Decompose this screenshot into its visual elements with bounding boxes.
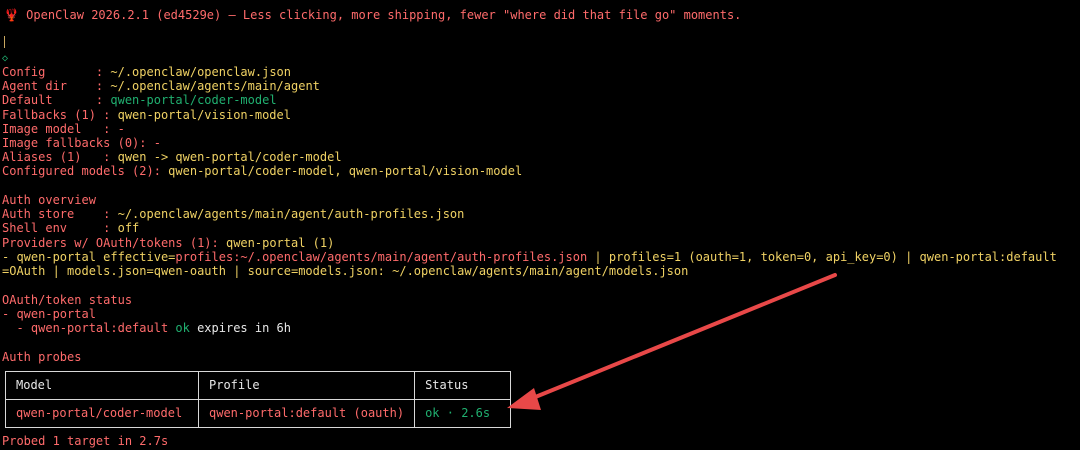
- auth-overview-title: Auth overview: [2, 193, 96, 207]
- table-row: qwen-portal/coder-model qwen-portal:defa…: [5, 399, 512, 428]
- shell-env-line: Shell env : off: [2, 221, 140, 236]
- column-header-profile: Profile: [197, 371, 416, 400]
- oauth-status-section: OAuth/token status - qwen-portal - qwen-…: [2, 293, 1078, 336]
- auth-probes-title: Auth probes: [2, 350, 82, 364]
- image-model-line: Image model : -: [2, 121, 125, 136]
- default-model-line: Default : qwen-portal/coder-model: [2, 93, 277, 108]
- version-banner: 🦞 OpenClaw 2026.2.1 (ed4529e) — Less cli…: [4, 8, 741, 22]
- auth-overview-section: Auth overview Auth store : ~/.openclaw/a…: [2, 193, 1078, 278]
- banner-text: OpenClaw 2026.2.1 (ed4529e) — Less click…: [26, 8, 742, 22]
- image-fallbacks-line: Image fallbacks (0): -: [2, 135, 161, 150]
- auth-probes-section: Auth probes: [2, 350, 1078, 364]
- oauth-provider-line: - qwen-portal: [2, 307, 96, 322]
- oauth-profile-line: - qwen-portal:default ok expires in 6h: [2, 321, 291, 336]
- oauth-status-title: OAuth/token status: [2, 293, 133, 307]
- probe-footer: Probed 1 target in 2.7s: [2, 434, 169, 448]
- aliases-line: Aliases (1) : qwen -> qwen-portal/coder-…: [2, 150, 342, 165]
- column-header-status: Status: [414, 371, 512, 400]
- tree-bar: [4, 36, 5, 48]
- agent-dir-line: Agent dir : ~/.openclaw/agents/main/agen…: [2, 79, 320, 94]
- lobster-icon: 🦞: [4, 8, 27, 22]
- auth-store-line: Auth store : ~/.openclaw/agents/main/age…: [2, 207, 465, 222]
- auth-probes-table: Model Profile Status qwen-portal/coder-m…: [5, 371, 512, 428]
- provider-effective-line-2: =OAuth | models.json=qwen-oauth | source…: [2, 263, 689, 278]
- probe-model-cell: qwen-portal/coder-model: [5, 399, 199, 428]
- arrow-head: [507, 388, 541, 410]
- probe-profile-cell: qwen-portal:default (oauth): [197, 399, 416, 428]
- column-header-model: Model: [5, 371, 199, 400]
- provider-effective-line: - qwen-portal effective=profiles:~/.open…: [2, 249, 1057, 264]
- fallbacks-line: Fallbacks (1) : qwen-portal/vision-model: [2, 107, 291, 122]
- probe-footer-section: Probed 1 target in 2.7s: [2, 434, 1078, 448]
- config-line: Config : ~/.openclaw/openclaw.json: [2, 65, 291, 79]
- providers-line: Providers w/ OAuth/tokens (1): qwen-port…: [2, 235, 335, 250]
- config-section: Config : ~/.openclaw/openclaw.json Agent…: [2, 65, 1078, 179]
- probe-status-cell: ok · 2.6s: [414, 399, 512, 428]
- configured-models-line: Configured models (2): qwen-portal/coder…: [2, 164, 523, 179]
- table-header-row: Model Profile Status: [5, 371, 512, 400]
